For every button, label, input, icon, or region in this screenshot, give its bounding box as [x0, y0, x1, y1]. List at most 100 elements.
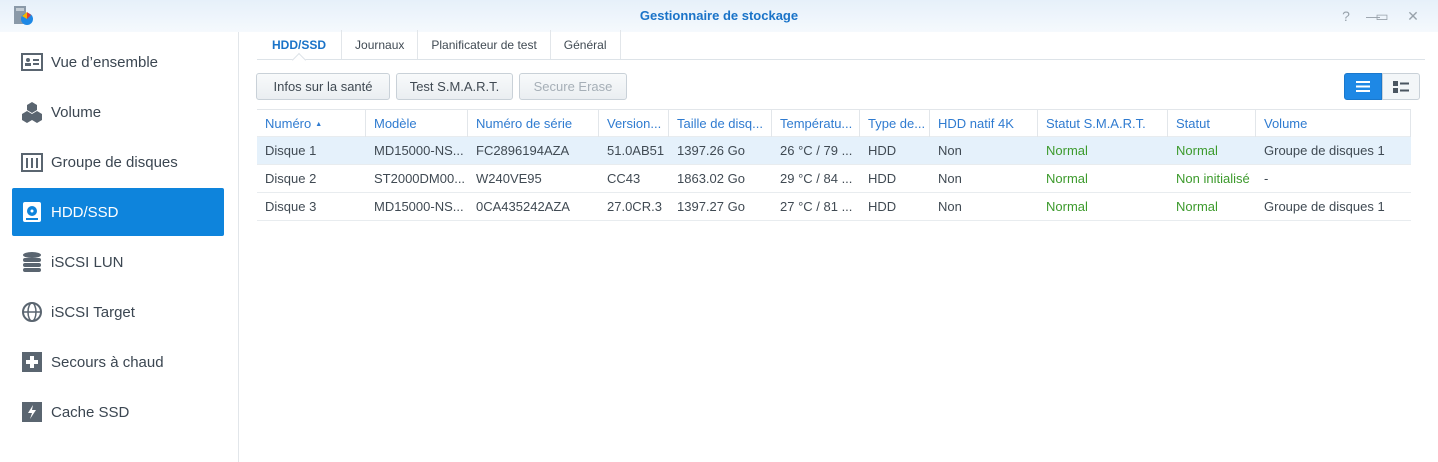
- column-header-smart-status[interactable]: Statut S.M.A.R.T.: [1038, 110, 1168, 137]
- cell-volume: -: [1264, 171, 1269, 186]
- overview-icon: [21, 53, 43, 71]
- tab-hdd-ssd[interactable]: HDD/SSD: [257, 30, 343, 59]
- cell-model: MD15000-NS...: [374, 143, 464, 158]
- detail-view-button[interactable]: [1382, 73, 1420, 100]
- cell-firmware: CC43: [607, 171, 641, 186]
- globe-icon: [22, 302, 42, 322]
- cell-status: Normal: [1176, 199, 1218, 214]
- sidebar-item-iscsi-lun[interactable]: iSCSI LUN: [12, 238, 224, 286]
- cell-firmware: 51.0AB51: [607, 143, 665, 158]
- column-header-status[interactable]: Statut: [1168, 110, 1256, 137]
- cell-type: HDD: [868, 143, 897, 158]
- database-icon: [23, 252, 41, 272]
- disk-group-icon: [21, 153, 43, 172]
- cell-status: Non initialisé: [1176, 171, 1250, 186]
- column-header-temperature[interactable]: Températu...: [772, 110, 860, 137]
- tab-test-scheduler[interactable]: Planificateur de test: [418, 30, 551, 59]
- cell-native-4k: Non: [938, 199, 962, 214]
- cell-number: Disque 3: [265, 199, 317, 214]
- title-bar: Gestionnaire de stockage ? — ▭ ✕: [0, 0, 1438, 32]
- secure-erase-button[interactable]: Secure Erase: [519, 73, 627, 100]
- cell-native-4k: Non: [938, 171, 962, 186]
- column-header-label: Taille de disq...: [677, 116, 763, 131]
- cell-model: ST2000DM00...: [374, 171, 466, 186]
- column-header-label: Numéro: [265, 116, 312, 131]
- cell-native-4k: Non: [938, 143, 962, 158]
- sidebar-item-label: Volume: [51, 103, 102, 121]
- cell-size: 1863.02 Go: [677, 171, 745, 186]
- sidebar-item-iscsi-target[interactable]: iSCSI Target: [12, 288, 224, 336]
- sidebar: Vue d’ensemble Volume Groupe de disques …: [0, 32, 239, 462]
- sidebar-item-hot-spare[interactable]: Secours à chaud: [12, 338, 224, 386]
- table-row[interactable]: Disque 3 MD15000-NS... 0CA435242AZA 27.0CR.…: [257, 193, 1411, 221]
- sidebar-item-label: Cache SSD: [51, 403, 130, 421]
- close-button[interactable]: ✕: [1404, 8, 1422, 25]
- maximize-button[interactable]: ▭: [1373, 8, 1391, 25]
- column-header-type[interactable]: Type de...: [860, 110, 930, 137]
- cell-type: HDD: [868, 171, 897, 186]
- window-title: Gestionnaire de stockage: [639, 8, 799, 23]
- sidebar-item-label: iSCSI Target: [51, 303, 135, 321]
- sidebar-item-overview[interactable]: Vue d’ensemble: [12, 38, 224, 86]
- cell-smart-status: Normal: [1046, 171, 1088, 186]
- cell-serial: 0CA435242AZA: [476, 199, 570, 214]
- column-header-number[interactable]: Numéro ▲: [257, 110, 366, 137]
- column-header-label: Numéro de série: [476, 116, 573, 131]
- cell-serial: FC2896194AZA: [476, 143, 570, 158]
- cubes-icon: [22, 102, 42, 123]
- cell-smart-status: Normal: [1046, 143, 1088, 158]
- column-header-firmware[interactable]: Version...: [599, 110, 669, 137]
- maximize-icon: ▭: [1375, 8, 1389, 24]
- cell-size: 1397.26 Go: [677, 143, 745, 158]
- list-icon: [1356, 81, 1370, 92]
- detail-list-icon: [1393, 80, 1409, 93]
- cell-model: MD15000-NS...: [374, 199, 464, 214]
- column-header-volume[interactable]: Volume: [1256, 110, 1411, 137]
- sidebar-item-volume[interactable]: Volume: [12, 88, 224, 136]
- column-header-label: Version...: [607, 116, 662, 131]
- cell-number: Disque 2: [265, 171, 317, 186]
- ssd-cache-icon: [22, 402, 42, 422]
- cell-volume: Groupe de disques 1: [1264, 143, 1385, 158]
- tab-general[interactable]: Général: [551, 30, 621, 59]
- cell-smart-status: Normal: [1046, 199, 1088, 214]
- cell-size: 1397.27 Go: [677, 199, 745, 214]
- column-header-label: Type de...: [868, 116, 926, 131]
- cell-firmware: 27.0CR.3: [607, 199, 662, 214]
- cell-number: Disque 1: [265, 143, 317, 158]
- cell-volume: Groupe de disques 1: [1264, 199, 1385, 214]
- sidebar-item-ssd-cache[interactable]: Cache SSD: [12, 388, 224, 436]
- cell-temperature: 27 °C / 81 ...: [780, 199, 853, 214]
- column-header-label: Statut: [1176, 116, 1210, 131]
- smart-test-button[interactable]: Test S.M.A.R.T.: [396, 73, 513, 100]
- cell-serial: W240VE95: [476, 171, 542, 186]
- table-row[interactable]: Disque 2 ST2000DM00... W240VE95 CC43 1863.02…: [257, 165, 1411, 193]
- column-header-model[interactable]: Modèle: [366, 110, 468, 137]
- table-row[interactable]: Disque 1 MD15000-NS... FC2896194AZA 51.0AB5…: [257, 137, 1411, 165]
- column-header-label: Statut S.M.A.R.T.: [1046, 116, 1146, 131]
- sidebar-item-label: Groupe de disques: [51, 153, 178, 171]
- plus-icon: [22, 352, 42, 372]
- cell-type: HDD: [868, 199, 897, 214]
- column-header-size[interactable]: Taille de disq...: [669, 110, 772, 137]
- column-header-label: HDD natif 4K: [938, 116, 1014, 131]
- column-header-label: Volume: [1264, 116, 1308, 131]
- column-header-serial[interactable]: Numéro de série: [468, 110, 599, 137]
- sidebar-item-label: iSCSI LUN: [51, 253, 124, 271]
- cell-temperature: 29 °C / 84 ...: [780, 171, 853, 186]
- sidebar-item-label: HDD/SSD: [51, 203, 119, 221]
- help-button[interactable]: ?: [1337, 8, 1355, 24]
- sort-ascending-icon: ▲: [315, 121, 323, 129]
- column-header-label: Modèle: [374, 116, 417, 131]
- column-header-native-4k[interactable]: HDD natif 4K: [930, 110, 1038, 137]
- sidebar-item-disk-group[interactable]: Groupe de disques: [12, 138, 224, 186]
- health-info-button[interactable]: Infos sur la santé: [256, 73, 390, 100]
- sidebar-item-hdd-ssd[interactable]: HDD/SSD: [12, 188, 224, 236]
- sidebar-item-label: Vue d’ensemble: [51, 53, 159, 71]
- disk-table: Numéro ▲ Modèle Numéro de série Version... Ta…: [257, 109, 1411, 221]
- tab-logs[interactable]: Journaux: [342, 30, 419, 59]
- list-view-button[interactable]: [1344, 73, 1382, 100]
- tab-bar: HDD/SSD Journaux Planificateur de test G…: [257, 30, 1425, 60]
- table-header: Numéro ▲ Modèle Numéro de série Version... Ta…: [257, 109, 1411, 137]
- column-header-label: Températu...: [780, 116, 853, 131]
